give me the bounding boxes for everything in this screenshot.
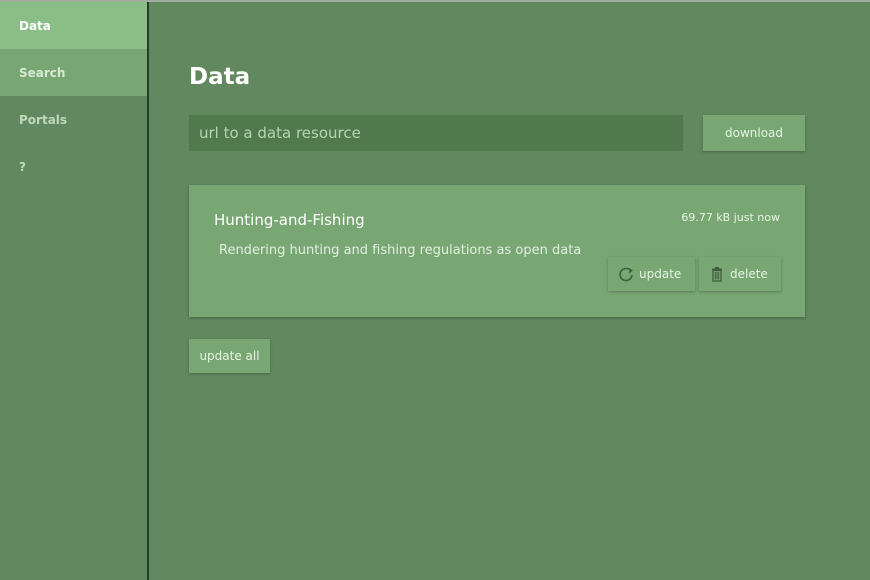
- sidebar-item-help[interactable]: ?: [0, 143, 147, 190]
- sidebar-item-label: ?: [19, 159, 26, 174]
- dataset-description: Rendering hunting and fishing regulation…: [219, 243, 582, 258]
- sidebar-item-label: Data: [19, 18, 51, 33]
- page-title: Data: [189, 64, 251, 90]
- delete-button[interactable]: delete: [699, 257, 781, 291]
- url-input[interactable]: [189, 115, 683, 151]
- update-label: update: [639, 267, 682, 281]
- dataset-meta: 69.77 kB just now: [681, 211, 780, 224]
- sidebar-item-data[interactable]: Data: [0, 2, 147, 49]
- sidebar-item-label: Search: [19, 65, 66, 80]
- delete-label: delete: [730, 267, 768, 281]
- sidebar-item-search[interactable]: Search: [0, 49, 147, 96]
- sidebar-item-label: Portals: [19, 112, 68, 127]
- download-button[interactable]: download: [703, 115, 805, 151]
- app-window: Data Search Portals ? Data download Hunt…: [0, 0, 870, 580]
- trash-icon: [709, 266, 725, 282]
- sidebar-item-portals[interactable]: Portals: [0, 96, 147, 143]
- dataset-card: Hunting-and-Fishing 69.77 kB just now Re…: [189, 185, 805, 317]
- update-all-button[interactable]: update all: [189, 339, 270, 373]
- dataset-title[interactable]: Hunting-and-Fishing: [214, 211, 365, 229]
- refresh-icon: [618, 266, 634, 282]
- update-button[interactable]: update: [608, 257, 695, 291]
- sidebar: Data Search Portals ?: [0, 2, 149, 580]
